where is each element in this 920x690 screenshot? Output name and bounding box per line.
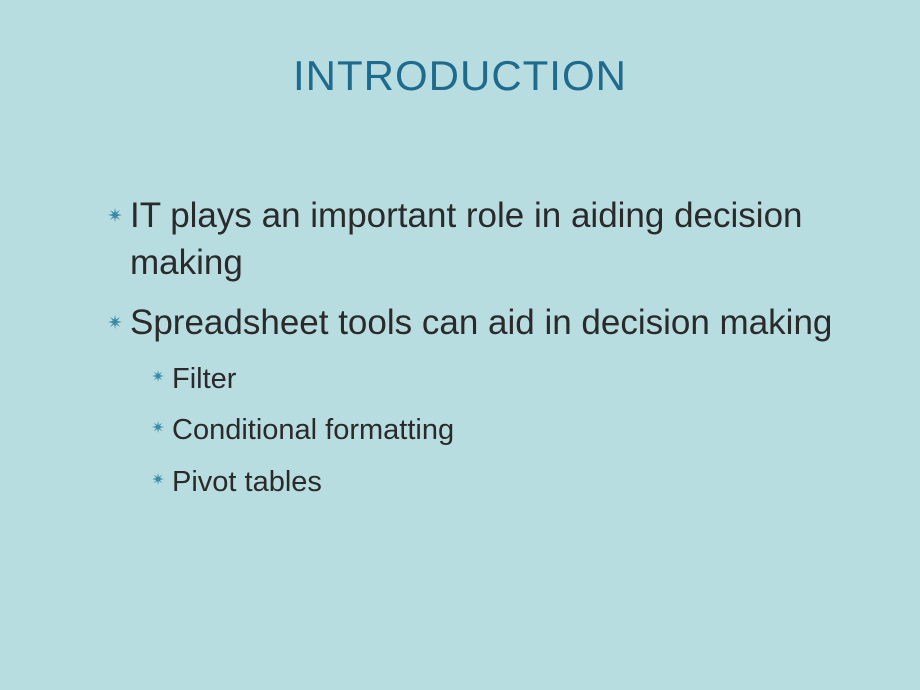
slide: INTRODUCTION IT plays an important role … [0, 0, 920, 690]
bullet-text: Pivot tables [172, 461, 322, 505]
bullet-item-sub: Pivot tables [100, 461, 860, 505]
bullet-item: Spreadsheet tools can aid in decision ma… [100, 299, 860, 346]
bullet-item-sub: Conditional formatting [100, 409, 860, 453]
bullet-text: Conditional formatting [172, 409, 454, 453]
asterisk-bullet-icon [144, 473, 172, 485]
bullet-text: Spreadsheet tools can aid in decision ma… [130, 299, 832, 346]
bullet-text: Filter [172, 358, 236, 402]
asterisk-bullet-icon [100, 208, 130, 222]
asterisk-bullet-icon [144, 370, 172, 382]
bullet-item-sub: Filter [100, 358, 860, 402]
asterisk-bullet-icon [144, 421, 172, 433]
asterisk-bullet-icon [100, 315, 130, 329]
slide-title: INTRODUCTION [0, 0, 920, 100]
bullet-text: IT plays an important role in aiding dec… [130, 192, 860, 287]
bullet-item: IT plays an important role in aiding dec… [100, 192, 860, 287]
slide-content: IT plays an important role in aiding dec… [0, 100, 920, 504]
